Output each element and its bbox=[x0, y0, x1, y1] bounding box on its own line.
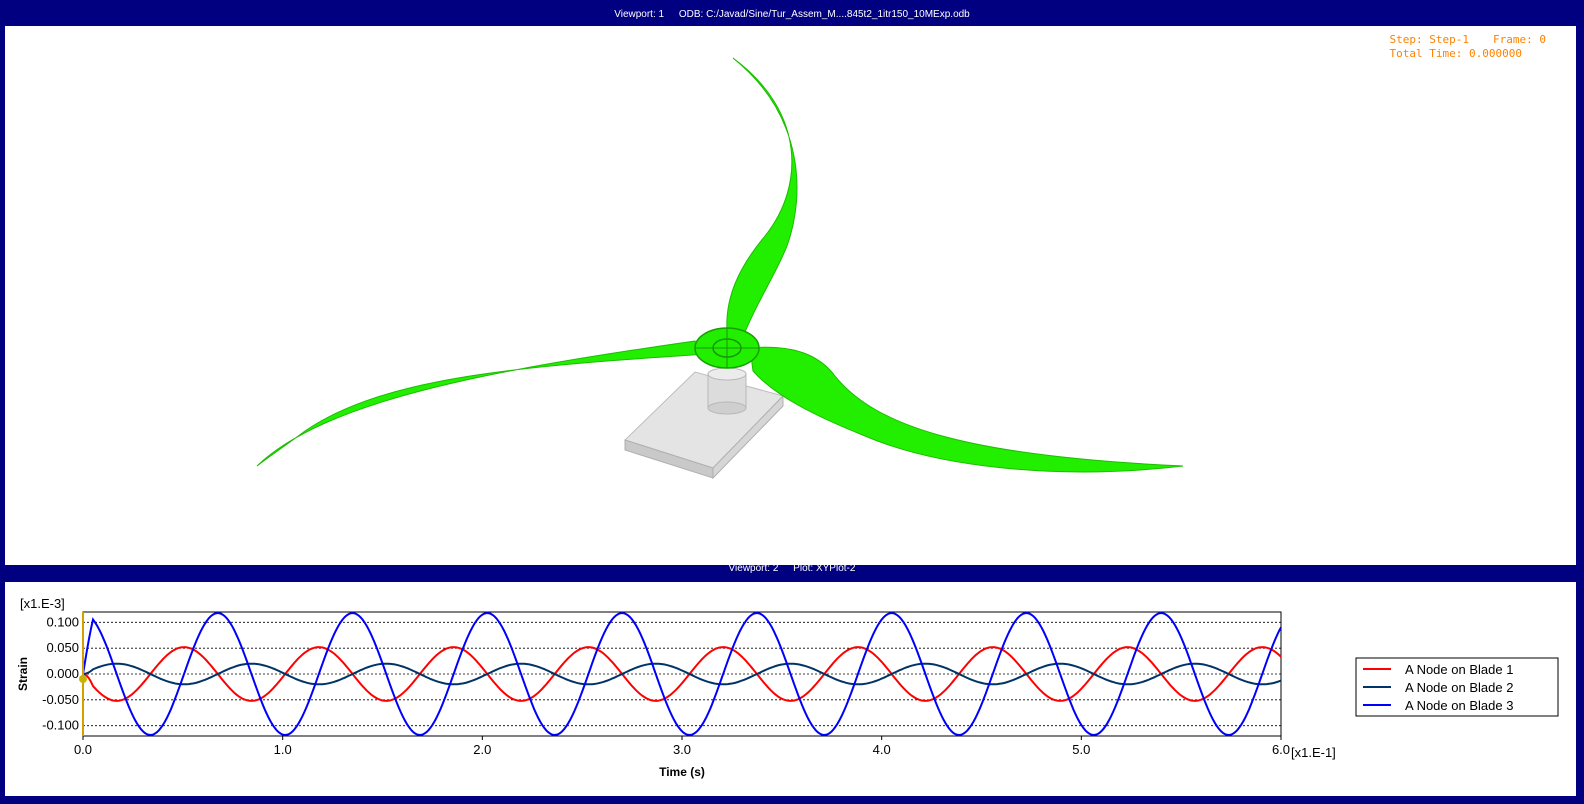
blade-upper bbox=[726, 57, 798, 345]
x-tick-labels: 0.0 1.0 2.0 3.0 4.0 5.0 6.0 bbox=[74, 736, 1290, 757]
base-plate bbox=[624, 371, 784, 480]
x-tick-label: 6.0 bbox=[1272, 742, 1290, 757]
x-tick-label: 3.0 bbox=[673, 742, 691, 757]
y-tick-label: 0.050 bbox=[46, 640, 79, 655]
hub-cylinder bbox=[707, 367, 747, 415]
plot-series bbox=[82, 611, 1282, 737]
xy-plot[interactable]: 0.100 0.050 0.000 -0.050 -0.100 0.0 1.0 2.0 3.0… bbox=[5, 582, 1576, 796]
series-line-blade-2 bbox=[82, 662, 1282, 686]
plot-frame bbox=[82, 611, 1282, 737]
viewport-1[interactable]: Step: Step-1 Frame: 0 Total Time: 0.00000… bbox=[5, 26, 1576, 565]
x-multiplier: [x1.E-1] bbox=[1291, 745, 1336, 760]
y-tick-label: 0.100 bbox=[46, 614, 79, 629]
viewport-2-title-bar[interactable]: Viewport: 2 Plot: XYPlot-2 bbox=[0, 560, 1584, 578]
y-tick-labels: 0.100 0.050 0.000 -0.050 -0.100 bbox=[42, 614, 79, 732]
x-tick-label: 1.0 bbox=[274, 742, 292, 757]
plot-name: Plot: XYPlot-2 bbox=[793, 563, 856, 574]
x-tick-label: 5.0 bbox=[1072, 742, 1090, 757]
y-tick-label: -0.050 bbox=[42, 692, 79, 707]
y-multiplier: [x1.E-3] bbox=[20, 596, 65, 611]
series-line-blade-3 bbox=[82, 611, 1282, 737]
x-tick-label: 2.0 bbox=[473, 742, 491, 757]
blade-right bbox=[749, 346, 1184, 473]
legend-entry: A Node on Blade 2 bbox=[1405, 680, 1513, 695]
viewport-1-label: Viewport: 1 bbox=[614, 9, 665, 20]
y-tick-label: -0.100 bbox=[42, 718, 79, 733]
legend-entry: A Node on Blade 3 bbox=[1405, 698, 1513, 713]
y-tick-label: 0.000 bbox=[46, 666, 79, 681]
plot-grid bbox=[83, 621, 1281, 727]
x-axis-label: Time (s) bbox=[659, 765, 705, 779]
time-marker-dot[interactable] bbox=[79, 675, 87, 683]
y-axis-label: Strain bbox=[16, 657, 30, 691]
plot-legend: A Node on Blade 1 A Node on Blade 2 A Node… bbox=[1355, 657, 1559, 717]
series-line-blade-1 bbox=[82, 646, 1282, 702]
x-tick-label: 0.0 bbox=[74, 742, 92, 757]
x-tick-label: 4.0 bbox=[873, 742, 891, 757]
odb-path: ODB: C:/Javad/Sine/Tur_Assem_M....845t2_… bbox=[678, 9, 970, 20]
legend-entry: A Node on Blade 1 bbox=[1405, 662, 1513, 677]
viewport-2-label: Viewport: 2 bbox=[728, 563, 779, 574]
turbine-model-view[interactable] bbox=[5, 26, 1576, 565]
viewport-2[interactable]: 0.100 0.050 0.000 -0.050 -0.100 0.0 1.0 2.0 3.0… bbox=[5, 582, 1576, 796]
viewport-1-title-bar[interactable]: Viewport: 1 ODB: C:/Javad/Sine/Tur_Assem… bbox=[0, 4, 1584, 26]
